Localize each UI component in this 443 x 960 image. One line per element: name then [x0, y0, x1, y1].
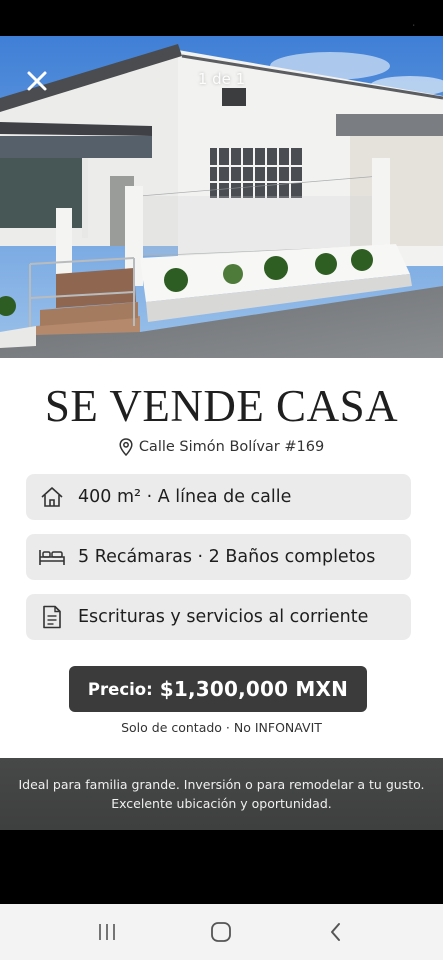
description-banner: Ideal para familia grande. Inversión o p…	[0, 758, 443, 830]
back-icon	[330, 923, 340, 941]
back-button[interactable]	[306, 912, 366, 952]
price-badge: Precio: $1,300,000 MXN	[69, 666, 367, 712]
bed-icon	[26, 547, 78, 567]
status-indicator: ·	[412, 22, 415, 29]
feature-area-text: 400 m² · A línea de calle	[78, 487, 292, 507]
feature-area: 400 m² · A línea de calle	[26, 474, 411, 520]
document-icon	[26, 605, 78, 629]
house-icon	[26, 486, 78, 508]
price-amount: $1,300,000 MXN	[159, 677, 349, 701]
price-label: Precio:	[87, 679, 153, 699]
home-button[interactable]	[191, 912, 251, 952]
feature-documents-text: Escrituras y servicios al corriente	[78, 607, 369, 627]
banner-line-2: Excelente ubicación y oportunidad.	[111, 796, 332, 811]
home-icon	[211, 922, 232, 942]
feature-documents: Escrituras y servicios al corriente	[26, 594, 411, 640]
status-bar: ·	[0, 0, 443, 36]
listing-title: SE VENDE CASA	[44, 381, 399, 431]
feature-rooms-text: 5 Recámaras · 2 Baños completos	[78, 547, 376, 567]
payment-terms: Solo de contado · No INFONAVIT	[121, 720, 322, 735]
banner-line-1: Ideal para familia grande. Inversión o p…	[18, 777, 425, 792]
listing-flyer: SE VENDE CASA Calle Simón Bolívar #169 4…	[0, 358, 443, 758]
system-navigation-bar	[0, 904, 443, 960]
viewer-background	[0, 830, 443, 904]
image-counter: 1 de 1	[197, 70, 246, 88]
recents-button[interactable]	[77, 912, 137, 952]
location-pin-icon	[119, 438, 133, 456]
address-text: Calle Simón Bolívar #169	[138, 439, 325, 455]
feature-rooms: 5 Recámaras · 2 Baños completos	[26, 534, 411, 580]
listing-address: Calle Simón Bolívar #169	[0, 438, 443, 456]
recents-icon	[99, 924, 115, 940]
